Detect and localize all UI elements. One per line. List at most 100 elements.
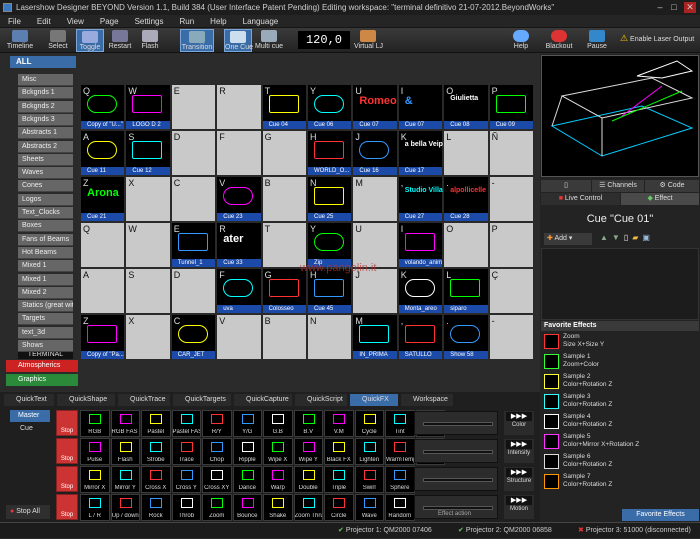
cue-cell[interactable]: W LOGO D 2 (125, 84, 171, 130)
cue-cell[interactable]: H Cue 45 (307, 268, 353, 314)
bpm-display[interactable]: 120,0 (298, 31, 350, 49)
blackout-button[interactable]: Blackout (544, 29, 574, 52)
category-item[interactable]: Shows (18, 340, 73, 352)
side-control[interactable]: ▶▶▶ Structure (504, 467, 534, 491)
fx-cell[interactable]: RGB (80, 410, 110, 437)
fx-cell[interactable]: RGB FAST (110, 410, 140, 437)
tab-quicktargets[interactable]: QuickTargets (173, 394, 231, 406)
fx-cell[interactable]: L / R (80, 494, 110, 521)
cue-cell[interactable]: O Giulietta Cue 08 (443, 84, 489, 130)
cue-cell[interactable]: K Monta_areo (397, 268, 444, 314)
menu-file[interactable]: File (0, 15, 29, 28)
fx-cell[interactable]: Cross Y (171, 466, 201, 493)
select-button[interactable]: Select (44, 29, 72, 52)
menu-help[interactable]: Help (202, 15, 234, 28)
fx-cell[interactable]: Wipe Y (293, 438, 323, 465)
favorite-effect[interactable]: Sample 2 Color+Rotation Z (544, 373, 696, 390)
cue-cell[interactable]: . Show 58 (443, 314, 489, 360)
fx-cell[interactable]: Ripple (232, 438, 262, 465)
fx-cell[interactable]: Y/G (232, 410, 262, 437)
category-atmospherics[interactable]: Atmospherics (6, 360, 78, 372)
effect-slider[interactable] (414, 467, 498, 491)
fx-cell[interactable]: Sphere (385, 466, 415, 493)
row-stop-button[interactable]: Stop (56, 438, 78, 464)
cue-cell[interactable]: F (216, 130, 262, 176)
category-item[interactable]: Sheets (18, 153, 73, 166)
cue-cell[interactable]: - (488, 176, 534, 222)
tab-live-control[interactable]: ■ Live Control (541, 193, 620, 205)
arrows-icon[interactable]: ▶▶▶ (506, 496, 532, 505)
cue-cell[interactable]: X (125, 176, 171, 222)
tab-workspace[interactable]: Workspace (401, 394, 453, 406)
close-icon[interactable]: ✕ (684, 2, 696, 13)
fx-cell[interactable]: Triple (324, 466, 354, 493)
fx-cell[interactable]: G.B (263, 410, 293, 437)
category-item[interactable]: Bckgnds 2 (18, 100, 73, 113)
new-icon[interactable]: ▯ (624, 233, 632, 242)
restart-button[interactable]: Restart (106, 29, 134, 52)
favorite-effect[interactable]: Sample 5 Color+Mirror X+Rotation Z (544, 433, 696, 450)
category-item[interactable]: Hot Beams (18, 246, 73, 259)
fx-cell[interactable]: Mirror X (80, 466, 110, 493)
side-control[interactable]: ▶▶▶ Color (504, 411, 534, 435)
tab-quicktrace[interactable]: QuickTrace (118, 394, 170, 406)
transition-button[interactable]: Transition (180, 29, 214, 52)
fx-cell[interactable]: B.V (293, 410, 323, 437)
category-item[interactable]: Waves (18, 167, 73, 180)
cue-cell[interactable]: G (261, 130, 307, 176)
cue-cell[interactable]: Ivolando_anim (397, 222, 444, 268)
fx-cell[interactable]: Rock (141, 494, 171, 521)
fx-cell[interactable]: Bounce (232, 494, 262, 521)
fx-cell[interactable]: Up / down (110, 494, 140, 521)
effect-slider[interactable] (414, 439, 498, 463)
menu-edit[interactable]: Edit (29, 15, 59, 28)
cue-cell[interactable]: Z Arona Cue 21 (80, 176, 126, 222)
row-stop-button[interactable]: Stop (56, 410, 78, 436)
fx-cell[interactable]: Cycle (354, 410, 384, 437)
multi-cue-button[interactable]: Multi cue (254, 29, 284, 52)
fx-cell[interactable]: Chop (202, 438, 232, 465)
category-item[interactable]: Bckgnds 3 (18, 113, 73, 126)
fx-cell[interactable]: Pastel FAST (171, 410, 201, 437)
cue-cell[interactable]: P Cue 09 (488, 84, 534, 130)
fx-cell[interactable]: Shake (263, 494, 293, 521)
fx-cell[interactable]: Wave (354, 494, 384, 521)
cue-cell[interactable]: - (488, 314, 534, 360)
cue-cell[interactable]: R (216, 84, 262, 130)
stop-all-button[interactable]: ● Stop All (6, 505, 50, 519)
arrows-icon[interactable]: ▶▶▶ (506, 412, 532, 421)
cue-cell[interactable]: I & Cue 07 (397, 84, 444, 130)
category-item[interactable]: Text_Clocks (18, 207, 73, 219)
category-graphics[interactable]: Graphics (6, 374, 78, 386)
fx-cell[interactable]: Cross X (141, 466, 171, 493)
cue-cell[interactable]: N (307, 314, 353, 360)
side-control[interactable]: ▶▶▶ Intensity (504, 439, 534, 463)
cue-cell[interactable]: U Romeo Cue 07 (352, 84, 398, 130)
effect-slider[interactable] (414, 411, 498, 435)
fx-cell[interactable]: Flash (110, 438, 140, 465)
fx-cell[interactable]: Swirl (354, 466, 384, 493)
one-cue-button[interactable]: One Cue (224, 29, 253, 52)
flash-button[interactable]: Flash (136, 29, 164, 52)
folder-icon[interactable]: ▰ (632, 233, 642, 242)
category-item[interactable]: Mixed 1 (18, 273, 73, 286)
category-item[interactable]: Boxes (18, 220, 73, 233)
fx-cell[interactable]: Random (385, 494, 415, 521)
fx-cell[interactable]: Pulse (80, 438, 110, 465)
minimize-icon[interactable]: – (654, 2, 666, 13)
cue-cell[interactable]: Ñ (488, 130, 534, 176)
side-control[interactable]: ▶▶▶ Motion (504, 495, 534, 519)
menu-run[interactable]: Run (171, 15, 202, 28)
favorite-effect[interactable]: Sample 3 Color+Rotation Z (544, 393, 696, 410)
fx-cell[interactable]: Double (293, 466, 323, 493)
fx-cell[interactable]: Wipe X (263, 438, 293, 465)
fx-cell[interactable]: Zoom Thru (293, 494, 323, 521)
cue-cell[interactable]: N Cue 25 (307, 176, 353, 222)
fx-cell[interactable]: R/Y (202, 410, 232, 437)
cue-cell[interactable]: V (216, 314, 262, 360)
tab-code[interactable]: ⚙ Code (645, 180, 699, 192)
cue-cell[interactable]: H WORLD_O... (307, 130, 353, 176)
cue-cell[interactable]: J (352, 268, 398, 314)
cue-cell[interactable]: J Cue 16 (352, 130, 398, 176)
cue-cell[interactable]: W (125, 222, 171, 268)
